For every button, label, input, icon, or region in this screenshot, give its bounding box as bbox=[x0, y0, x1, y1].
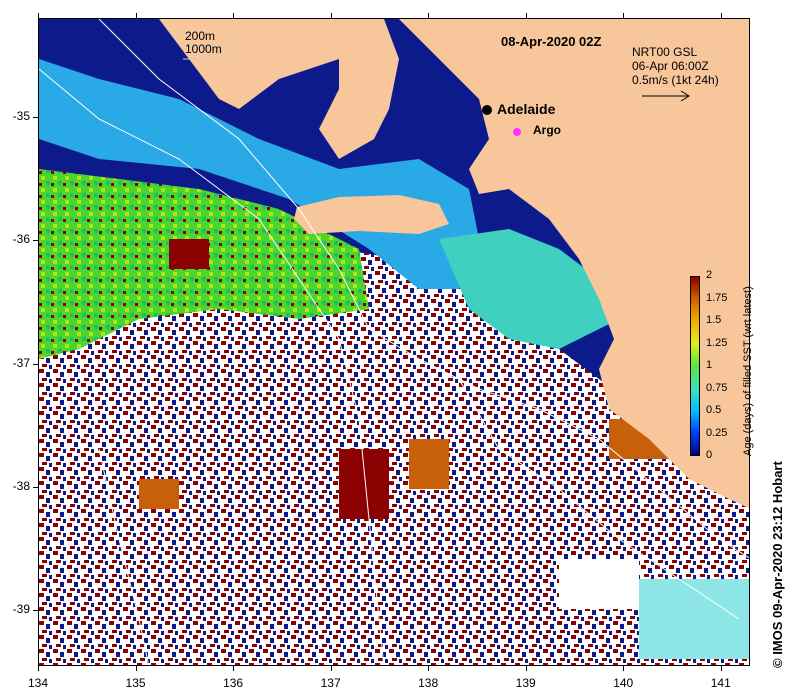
credit-text: © IMOS 09-Apr-2020 23:12 Hobart bbox=[770, 461, 785, 668]
colorbar-tick-label: 0.75 bbox=[706, 381, 728, 394]
map-title: 08-Apr-2020 02Z bbox=[501, 34, 602, 49]
y-tick-mark bbox=[33, 610, 38, 612]
x-tick-mark bbox=[38, 666, 39, 671]
colorbar-tick-label: 0.25 bbox=[706, 426, 728, 439]
y-tick-label: -35 bbox=[12, 108, 30, 123]
x-tick-mark bbox=[38, 13, 39, 18]
y-tick-label: -39 bbox=[12, 602, 30, 617]
y-tick-label: -36 bbox=[12, 232, 30, 247]
old-data-patch bbox=[639, 579, 749, 659]
x-tick-mark bbox=[428, 666, 430, 671]
age-colorbar bbox=[690, 276, 700, 456]
x-tick-mark bbox=[525, 13, 527, 18]
colorbar-tick-label: 1 bbox=[706, 359, 713, 371]
x-tick-label: 136 bbox=[223, 676, 244, 690]
x-tick-mark bbox=[135, 13, 137, 18]
x-tick-mark bbox=[720, 13, 722, 18]
x-tick-label: 134 bbox=[28, 676, 49, 690]
colorbar-tick-label: 1.75 bbox=[706, 291, 728, 304]
x-tick-mark bbox=[330, 666, 332, 671]
x-tick-mark bbox=[135, 666, 137, 671]
y-tick-mark bbox=[33, 240, 38, 242]
city-marker[interactable] bbox=[482, 105, 492, 115]
sst-map-canvas bbox=[39, 19, 749, 665]
current-source-label: NRT00 GSL bbox=[632, 45, 698, 59]
colorbar-tick-label: 0 bbox=[706, 449, 713, 461]
colorbar-tick-label: 0.5 bbox=[706, 404, 722, 416]
x-tick-label: 137 bbox=[320, 676, 341, 690]
contour-label-200m: 200m bbox=[185, 29, 216, 43]
contour-label-1000m: 1000m bbox=[185, 42, 222, 56]
old-data-patch bbox=[409, 439, 449, 489]
x-tick-label: 139 bbox=[515, 676, 536, 690]
x-tick-label: 135 bbox=[125, 676, 146, 690]
x-tick-mark bbox=[623, 666, 625, 671]
x-tick-mark bbox=[428, 13, 430, 18]
old-data-patch bbox=[339, 449, 389, 519]
x-tick-label: 141 bbox=[710, 676, 731, 690]
x-tick-mark bbox=[233, 666, 235, 671]
old-data-patch bbox=[169, 239, 209, 269]
y-tick-mark bbox=[33, 487, 38, 489]
y-tick-mark bbox=[33, 363, 38, 365]
colorbar-tick-label: 1.25 bbox=[706, 336, 728, 349]
x-tick-mark bbox=[623, 13, 625, 18]
x-tick-mark bbox=[720, 666, 722, 671]
x-tick-label: 138 bbox=[418, 676, 439, 690]
x-tick-label: 140 bbox=[613, 676, 634, 690]
colorbar-tick-label: 1.5 bbox=[706, 314, 722, 326]
current-time-label: 06-Apr 06:00Z bbox=[632, 59, 709, 73]
x-tick-mark bbox=[233, 13, 235, 18]
colorbar-tick-label: 2 bbox=[706, 269, 713, 281]
argo-label: Argo bbox=[533, 123, 561, 137]
x-tick-mark bbox=[525, 666, 527, 671]
current-scale-label: 0.5m/s (1kt 24h) bbox=[632, 73, 719, 87]
y-tick-label: -38 bbox=[12, 479, 30, 494]
city-label: Adelaide bbox=[497, 101, 556, 117]
y-tick-mark bbox=[33, 116, 38, 118]
x-tick-mark bbox=[330, 13, 332, 18]
old-data-patch bbox=[139, 479, 179, 509]
sst-map[interactable]: 08-Apr-2020 02Z 200m 1000m NRT00 GSL 06-… bbox=[38, 18, 750, 666]
old-data-patch bbox=[559, 559, 639, 609]
argo-float-marker[interactable] bbox=[513, 128, 521, 136]
colorbar-title: Age (days) of filled SST (wrt latest) bbox=[742, 286, 754, 456]
y-tick-label: -37 bbox=[12, 355, 30, 370]
